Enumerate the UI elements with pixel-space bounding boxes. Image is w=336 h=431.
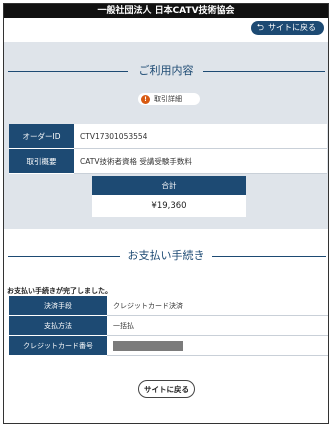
table-row: オーダーID CTV17301053554 <box>9 124 327 149</box>
payment-complete-message: お支払い手続きが完了しました。 <box>7 287 112 295</box>
org-title: 一般社団法人 日本CATV技術協会 <box>97 6 235 16</box>
total-amount: ¥19,360 <box>92 195 246 217</box>
nav-bar: ⮌ サイトに戻る <box>4 18 328 42</box>
total-label: 合計 <box>92 176 246 195</box>
payment-plan-label: 支払方法 <box>9 315 107 336</box>
divider <box>203 71 325 72</box>
transaction-detail-label: 取引詳細 <box>154 95 182 103</box>
back-to-site-label: サイトに戻る <box>268 23 316 32</box>
usage-panel: ご利用内容 ! 取引詳細 オーダーID CTV17301053554 取引概要 … <box>4 42 328 229</box>
divider <box>212 256 326 257</box>
usage-section-header: ご利用内容 <box>4 63 328 79</box>
org-title-bar: 一般社団法人 日本CATV技術協会 <box>4 4 328 18</box>
table-row: 支払方法 一括払 <box>9 315 328 336</box>
back-to-site-bottom-button[interactable]: サイトに戻る <box>138 380 195 398</box>
card-number-label: クレジットカード番号 <box>9 335 107 356</box>
total-box: 合計 ¥19,360 <box>92 176 246 217</box>
payment-plan-value: 一括払 <box>107 315 328 336</box>
summary-label: 取引概要 <box>9 148 74 174</box>
page-frame: 一般社団法人 日本CATV技術協会 ⮌ サイトに戻る ご利用内容 ! 取引詳細 … <box>3 3 329 424</box>
order-id-value: CTV17301053554 <box>74 124 327 149</box>
summary-value: CATV技術者資格 受講受験手数料 <box>74 148 327 174</box>
order-id-label: オーダーID <box>9 124 74 149</box>
back-to-site-bottom-label: サイトに戻る <box>144 385 189 394</box>
payment-method-label: 決済手段 <box>9 296 107 316</box>
payment-section-header: お支払い手続き <box>4 248 328 264</box>
masked-card-number <box>113 340 183 351</box>
payment-info-table: 決済手段 クレジットカード決済 支払方法 一括払 クレジットカード番号 <box>9 296 328 356</box>
info-icon: ! <box>141 94 150 104</box>
table-row: 決済手段 クレジットカード決済 <box>9 296 328 316</box>
transaction-detail-button[interactable]: ! 取引詳細 <box>138 93 200 105</box>
card-number-value <box>107 335 328 356</box>
back-to-site-button[interactable]: ⮌ サイトに戻る <box>250 21 324 35</box>
table-row: 取引概要 CATV技術者資格 受講受験手数料 <box>9 148 327 174</box>
order-info-table: オーダーID CTV17301053554 取引概要 CATV技術者資格 受講受… <box>9 124 327 174</box>
payment-method-value: クレジットカード決済 <box>107 296 328 316</box>
return-arrow-icon: ⮌ <box>256 23 264 33</box>
table-row: クレジットカード番号 <box>9 335 328 356</box>
